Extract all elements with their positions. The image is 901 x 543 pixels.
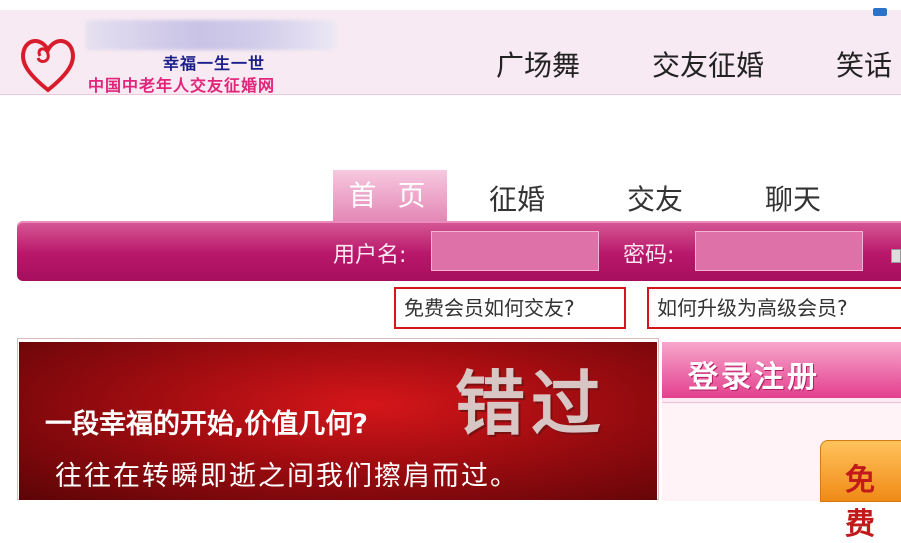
site-header: 幸福一生一世 中国中老年人交友征婚网 广场舞 交友征婚 笑话 bbox=[0, 8, 901, 95]
password-label: 密码: bbox=[623, 243, 675, 268]
tab-marriage[interactable]: 征婚 bbox=[489, 178, 545, 218]
help-free-member-text: 免费会员如何交友? bbox=[404, 296, 575, 320]
tab-friends[interactable]: 交友 bbox=[627, 178, 683, 218]
tab-chat[interactable]: 聊天 bbox=[765, 178, 821, 218]
login-bar: 用户名: 密码: bbox=[17, 221, 901, 281]
nav-item-dating[interactable]: 交友征婚 bbox=[652, 44, 764, 84]
tab-home-label: 首 页 bbox=[348, 179, 432, 212]
remember-checkbox[interactable] bbox=[891, 249, 901, 263]
banner-headline: 错过 bbox=[455, 362, 607, 445]
banner-line-2: 往往在转瞬即逝之间我们擦肩而过。 bbox=[55, 461, 519, 492]
free-register-button[interactable]: 免费 bbox=[820, 440, 901, 542]
login-register-header: 登录注册 bbox=[662, 342, 901, 398]
logo-site-name: 中国中老年人交友征婚网 bbox=[88, 76, 276, 95]
help-free-member-link[interactable]: 免费会员如何交友? bbox=[394, 287, 626, 329]
nav-item-square-dance[interactable]: 广场舞 bbox=[496, 44, 580, 84]
corner-icon bbox=[873, 8, 887, 16]
tab-home[interactable]: 首 页 bbox=[333, 170, 447, 222]
username-label: 用户名: bbox=[333, 243, 407, 268]
free-register-label: 免费 bbox=[845, 463, 875, 542]
help-upgrade-text: 如何升级为高级会员? bbox=[657, 296, 848, 320]
username-input[interactable] bbox=[431, 231, 599, 271]
promo-banner[interactable]: 错过 一段幸福的开始,价值几何? 往往在转瞬即逝之间我们擦肩而过。 bbox=[19, 342, 657, 500]
logo-slogan: 幸福一生一世 bbox=[163, 54, 266, 73]
login-register-panel: 登录注册 免费 bbox=[662, 342, 901, 542]
nav-item-jokes[interactable]: 笑话 bbox=[836, 44, 892, 84]
site-logo[interactable]: 幸福一生一世 中国中老年人交友征婚网 bbox=[18, 20, 338, 95]
heart-logo-icon bbox=[21, 39, 75, 93]
password-input[interactable] bbox=[695, 231, 863, 271]
help-upgrade-link[interactable]: 如何升级为高级会员? bbox=[647, 287, 901, 329]
blurred-logo-text bbox=[86, 20, 336, 50]
banner-line-1: 一段幸福的开始,价值几何? bbox=[45, 409, 368, 440]
login-register-title: 登录注册 bbox=[688, 360, 820, 395]
